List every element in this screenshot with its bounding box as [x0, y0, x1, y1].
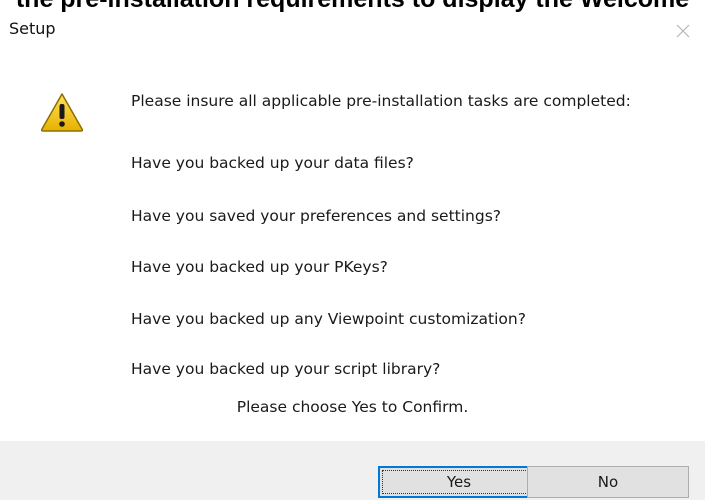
question-preferences: Have you saved your preferences and sett…	[131, 207, 502, 225]
intro-text: Please insure all applicable pre-install…	[131, 92, 631, 110]
warning-icon	[40, 93, 84, 132]
caption-text: the pre-installation requirements to dis…	[0, 0, 705, 13]
close-button[interactable]	[661, 14, 705, 50]
window-title: Setup	[9, 19, 56, 38]
message-body: Please insure all applicable pre-install…	[131, 91, 671, 378]
question-pkeys: Have you backed up your PKeys?	[131, 258, 388, 276]
no-button[interactable]: No	[527, 466, 689, 498]
question-script-library: Have you backed up your script library?	[131, 360, 441, 378]
yes-button[interactable]: Yes	[378, 466, 540, 498]
button-bar: Yes No	[0, 441, 705, 500]
question-viewpoint: Have you backed up any Viewpoint customi…	[131, 310, 526, 328]
close-icon	[676, 24, 690, 38]
confirm-text: Please choose Yes to Confirm.	[236, 398, 469, 416]
question-data-files: Have you backed up your data files?	[131, 154, 414, 172]
page-caption: the pre-installation requirements to dis…	[0, 0, 705, 14]
title-bar[interactable]: Setup	[0, 14, 705, 50]
setup-dialog: Setup Please insure all applicable pre-i…	[0, 14, 705, 500]
